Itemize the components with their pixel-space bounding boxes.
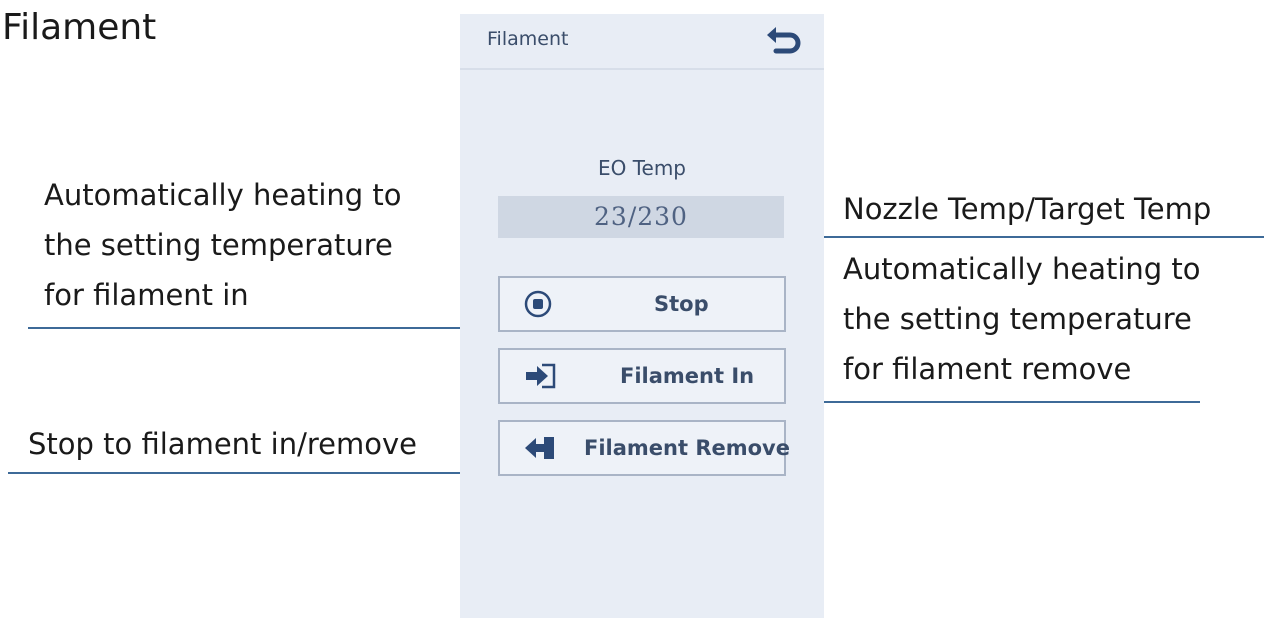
callout-stop: Stop to filament in/remove xyxy=(28,427,417,461)
filament-remove-button-label: Filament Remove xyxy=(584,436,790,460)
temp-label: EO Temp xyxy=(597,156,687,180)
arrow-out-icon xyxy=(522,433,560,463)
callout-line-filament-remove xyxy=(782,401,1200,403)
filament-in-button-label: Filament In xyxy=(620,364,755,388)
stop-circle-icon xyxy=(522,289,560,319)
filament-in-button[interactable]: Filament In xyxy=(498,348,786,404)
filament-screen-panel: Filament EO Temp 23/230 Stop Filament In… xyxy=(460,14,824,618)
callout-nozzle-temp: Nozzle Temp/Target Temp xyxy=(843,192,1212,226)
temp-readout: 23/230 xyxy=(498,196,784,238)
page-title: Filament xyxy=(2,7,157,48)
stop-button-label: Stop xyxy=(654,292,709,316)
arrow-in-icon xyxy=(522,361,560,391)
callout-filament-in: Automatically heating to the setting tem… xyxy=(44,178,402,312)
stop-button[interactable]: Stop xyxy=(498,276,786,332)
panel-header: Filament xyxy=(460,14,824,70)
callout-line-filament-in xyxy=(28,327,500,329)
callout-line-nozzle-temp xyxy=(786,236,1264,238)
panel-title: Filament xyxy=(487,28,569,50)
back-arrow-icon[interactable] xyxy=(764,24,804,60)
callout-line-stop xyxy=(8,472,500,474)
filament-remove-button[interactable]: Filament Remove xyxy=(498,420,790,476)
callout-filament-remove: Automatically heating to the setting tem… xyxy=(843,252,1201,386)
